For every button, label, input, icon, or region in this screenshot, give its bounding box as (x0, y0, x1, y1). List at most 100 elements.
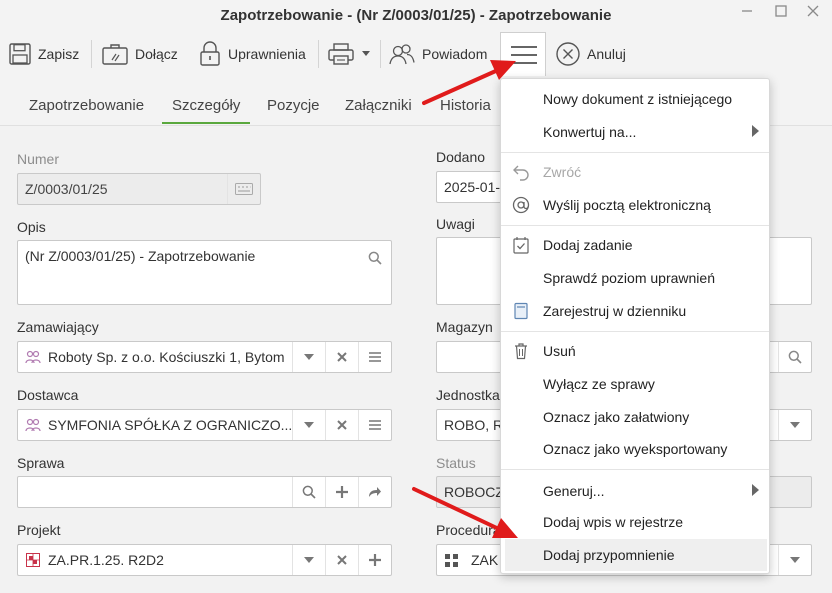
tab-pozycje[interactable]: Pozycje (267, 97, 320, 122)
close-button[interactable] (802, 3, 824, 23)
menu-item-label: Wyślij pocztą elektroniczną (543, 197, 711, 213)
attach-label: Dołącz (135, 46, 178, 62)
maximize-button[interactable] (770, 3, 792, 23)
project-dropdown-button[interactable] (292, 545, 325, 575)
menu-divider (501, 469, 769, 470)
journal-icon (514, 302, 528, 320)
case-goto-button[interactable] (358, 477, 391, 507)
menu-item-generate[interactable]: Generuj... (501, 475, 769, 507)
supplier-dropdown-button[interactable] (292, 410, 325, 440)
unit-dropdown-button[interactable] (778, 410, 811, 440)
attach-button[interactable]: Dołącz (101, 38, 178, 70)
menu-item-label: Zwróć (543, 164, 582, 180)
status-label: Status (436, 455, 476, 471)
menu-item-check-permissions[interactable]: Sprawdź poziom uprawnień (501, 262, 769, 294)
menu-item-label: Konwertuj na... (543, 124, 637, 140)
padlock-icon (200, 41, 220, 66)
maximize-icon (775, 5, 787, 17)
minimize-icon (742, 10, 752, 12)
clear-x-icon (337, 352, 347, 362)
menu-item-label: Dodaj przypomnienie (543, 547, 675, 563)
search-icon (302, 485, 316, 499)
number-label: Numer (17, 151, 60, 167)
case-field[interactable] (17, 476, 392, 508)
menu-item-label: Usuń (543, 343, 576, 359)
supplier-field[interactable]: SYMFONIA SPÓŁKA Z OGRANICZO... (17, 409, 392, 441)
chevron-down-icon (304, 557, 314, 563)
added-date-field[interactable]: 2025-01- (436, 171, 506, 203)
people-icon (389, 44, 415, 65)
submenu-arrow-icon (752, 125, 759, 137)
menu-item-send-email[interactable]: Wyślij pocztą elektroniczną (501, 189, 769, 221)
menu-item-convert[interactable]: Konwertuj na... (501, 116, 769, 148)
description-value: (Nr Z/0003/01/25) - Zapotrzebowanie (25, 248, 256, 264)
menu-item-delete[interactable]: Usuń (501, 335, 769, 367)
menu-item-register-journal[interactable]: Zarejestruj w dzienniku (501, 295, 769, 327)
menu-item-mark-done[interactable]: Oznacz jako załatwiony (501, 401, 769, 433)
tab-historia[interactable]: Historia (440, 97, 491, 122)
forward-arrow-icon (369, 487, 381, 497)
menu-item-label: Dodaj zadanie (543, 237, 633, 253)
added-label: Dodano (436, 149, 486, 165)
menu-divider (501, 331, 769, 332)
status-value: ROBOCZ (444, 484, 504, 500)
menu-divider (501, 152, 769, 153)
permissions-button[interactable]: Uprawnienia (198, 38, 306, 70)
chevron-down-icon (790, 557, 800, 563)
list-icon (369, 352, 381, 362)
procedure-icon (445, 554, 458, 567)
menu-item-new-from-existing[interactable]: Nowy dokument z istniejącego (501, 83, 769, 115)
orderer-field[interactable]: Roboty Sp. z o.o. Kościuszki 1, Bytom (17, 341, 392, 373)
supplier-list-button[interactable] (358, 410, 391, 440)
menu-item-label: Oznacz jako załatwiony (543, 409, 690, 425)
warehouse-search-button[interactable] (778, 342, 811, 372)
notify-button[interactable]: Powiadom (388, 38, 487, 70)
chevron-down-icon[interactable] (361, 50, 371, 58)
search-icon[interactable] (368, 251, 382, 265)
orderer-list-button[interactable] (358, 342, 391, 372)
toolbar: Zapisz Dołącz Uprawnienia Powiadom Anulu… (0, 32, 832, 78)
menu-item-add-registry[interactable]: Dodaj wpis w rejestrze (501, 506, 769, 538)
plus-icon (369, 554, 381, 566)
window-title: Zapotrzebowanie - (Nr Z/0003/01/25) - Za… (220, 7, 612, 24)
orderer-clear-button[interactable] (325, 342, 358, 372)
description-field[interactable]: (Nr Z/0003/01/25) - Zapotrzebowanie (17, 240, 392, 305)
save-button[interactable]: Zapisz (8, 38, 79, 70)
task-checklist-icon (513, 237, 529, 254)
cancel-button[interactable]: Anuluj (555, 38, 626, 70)
printer-icon (328, 43, 354, 65)
tab-szczegoly[interactable]: Szczegóły (162, 97, 251, 124)
case-add-button[interactable] (325, 477, 358, 507)
added-date-value: 2025-01- (444, 179, 501, 195)
menu-item-label: Wyłącz ze sprawy (543, 376, 655, 392)
chevron-down-icon (304, 422, 314, 428)
description-label: Opis (17, 219, 46, 235)
tab-zapotrzebowanie[interactable]: Zapotrzebowanie (29, 97, 144, 122)
orderer-value: Roboty Sp. z o.o. Kościuszki 1, Bytom (48, 349, 285, 365)
cancel-circle-icon (556, 42, 580, 66)
clear-x-icon (337, 420, 347, 430)
menu-item-add-reminder[interactable]: Dodaj przypomnienie (505, 539, 767, 571)
supplier-value: SYMFONIA SPÓŁKA Z OGRANICZO... (48, 417, 293, 433)
menu-item-mark-exported[interactable]: Oznacz jako wyeksportowany (501, 433, 769, 465)
menu-item-add-task[interactable]: Dodaj zadanie (501, 229, 769, 261)
project-add-button[interactable] (358, 545, 391, 575)
search-icon (788, 350, 802, 364)
permissions-label: Uprawnienia (228, 46, 306, 62)
more-actions-menu: Nowy dokument z istniejącego Konwertuj n… (500, 78, 770, 574)
procedure-dropdown-button[interactable] (778, 545, 811, 575)
case-search-button[interactable] (292, 477, 325, 507)
print-button[interactable] (327, 38, 371, 70)
more-menu-button[interactable] (500, 32, 546, 78)
save-label: Zapisz (38, 46, 80, 62)
minimize-button[interactable] (736, 3, 758, 23)
warehouse-label: Magazyn (436, 319, 493, 335)
project-field[interactable]: ZA.PR.1.25. R2D2 (17, 544, 392, 576)
project-clear-button[interactable] (325, 545, 358, 575)
cancel-label: Anuluj (587, 46, 626, 62)
orderer-dropdown-button[interactable] (292, 342, 325, 372)
tab-zalaczniki[interactable]: Załączniki (345, 97, 412, 122)
menu-item-exclude-case[interactable]: Wyłącz ze sprawy (501, 368, 769, 400)
project-value: ZA.PR.1.25. R2D2 (48, 552, 164, 568)
supplier-clear-button[interactable] (325, 410, 358, 440)
